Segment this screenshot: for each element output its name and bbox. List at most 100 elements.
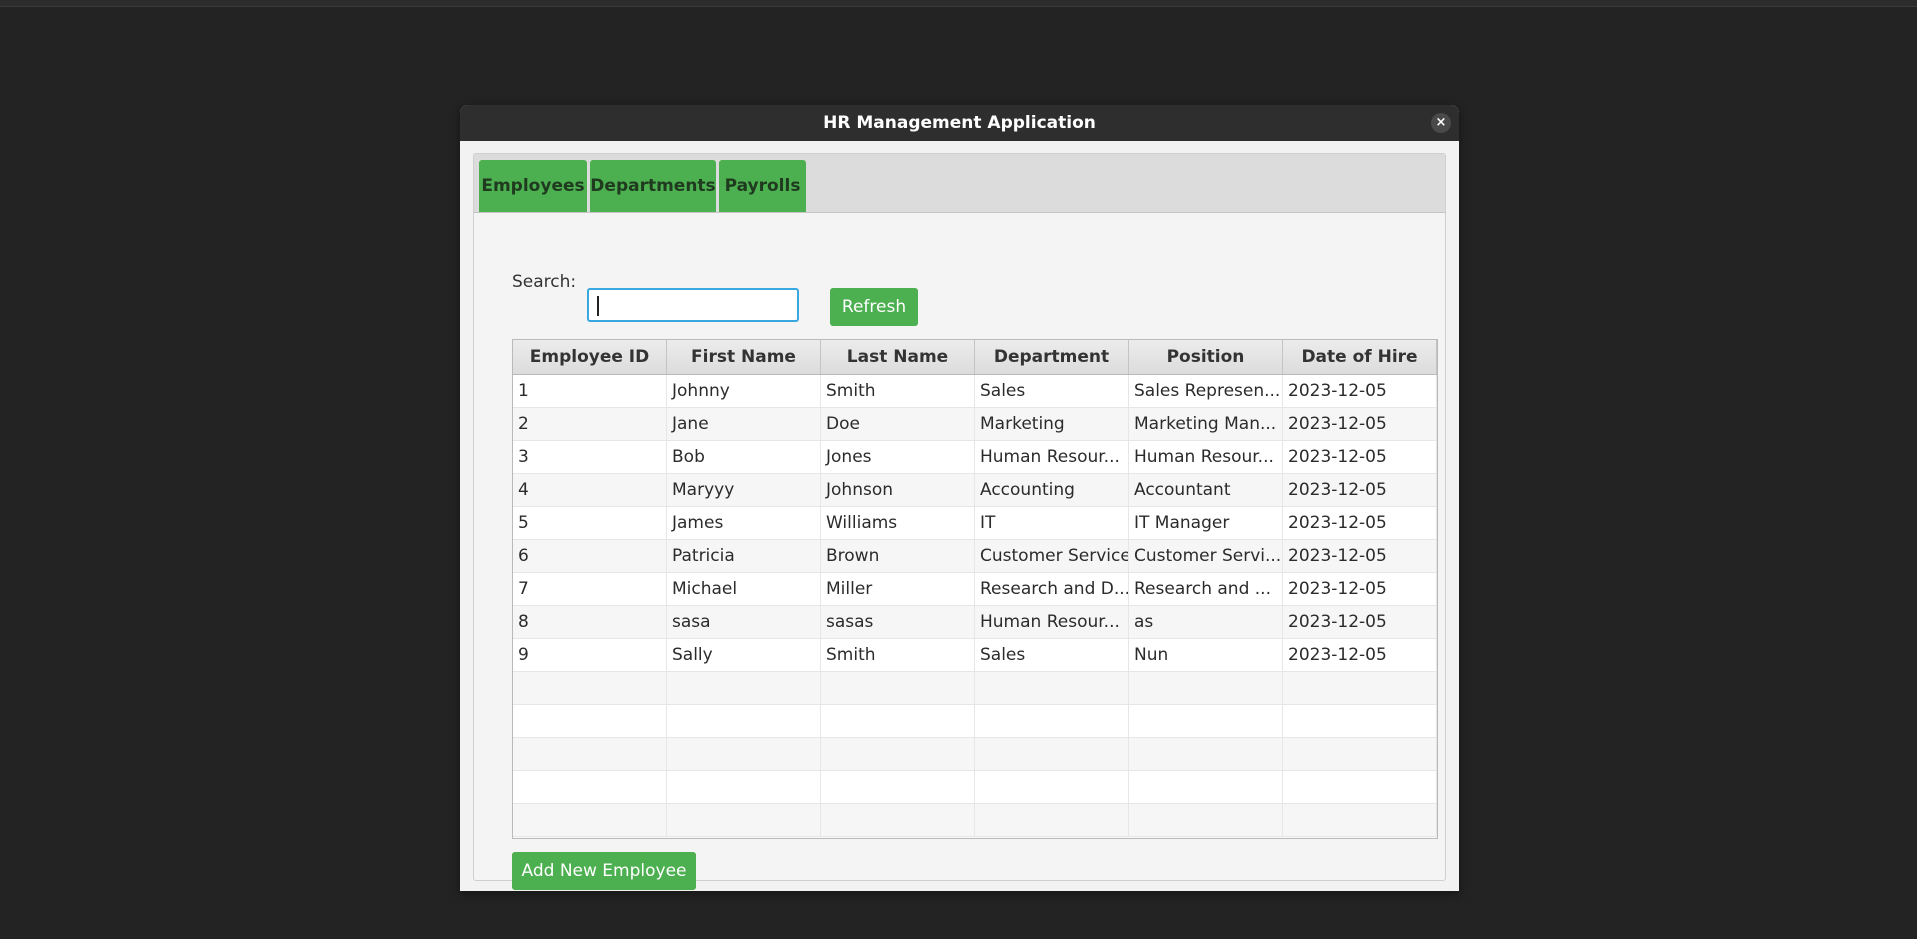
table-cell [1283, 705, 1437, 738]
refresh-button[interactable]: Refresh [830, 288, 918, 326]
table-cell: Human Resour... [975, 441, 1129, 474]
table-row[interactable]: 4 Maryyy Johnson Accounting Accountant 2023-1… [513, 474, 1437, 507]
table-cell: Patricia [667, 540, 821, 573]
empty-table-row[interactable] [513, 705, 1437, 738]
table-cell: Sally [667, 639, 821, 672]
table-cell [513, 738, 667, 771]
table-row[interactable]: 8 sasa sasas Human Resour... as 2023-12-05 [513, 606, 1437, 639]
app-window: HR Management Application × Employees De… [460, 105, 1459, 891]
table-cell: 4 [513, 474, 667, 507]
empty-table-row[interactable] [513, 672, 1437, 705]
table-cell: 1 [513, 375, 667, 408]
table-cell: Brown [821, 540, 975, 573]
table-cell: Sales Represen... [1129, 375, 1283, 408]
close-icon[interactable]: × [1431, 113, 1451, 133]
table-cell: Miller [821, 573, 975, 606]
table-cell: 8 [513, 606, 667, 639]
tab-pane: Employees Departments Payrolls Search: R… [473, 153, 1446, 890]
table-cell: Johnny [667, 375, 821, 408]
table-cell: 6 [513, 540, 667, 573]
table-row[interactable]: 9 Sally Smith Sales Nun 2023-12-05 [513, 639, 1437, 672]
employee-table[interactable]: Employee ID First Name Last Name Departm… [512, 339, 1438, 839]
table-cell: 7 [513, 573, 667, 606]
column-header-date-of-hire[interactable]: Date of Hire [1283, 340, 1437, 374]
column-header-position[interactable]: Position [1129, 340, 1283, 374]
table-cell [1283, 771, 1437, 804]
table-cell [667, 672, 821, 705]
column-header-last-name[interactable]: Last Name [821, 340, 975, 374]
search-input[interactable] [587, 288, 799, 322]
table-cell: Nun [1129, 639, 1283, 672]
table-row[interactable]: 2 Jane Doe Marketing Marketing Man... 2023-12… [513, 408, 1437, 441]
table-cell [975, 672, 1129, 705]
table-body: 1 Johnny Smith Sales Sales Represen... 2023-1… [513, 375, 1437, 838]
table-cell: 9 [513, 639, 667, 672]
table-cell [513, 804, 667, 837]
table-cell [667, 738, 821, 771]
table-cell [821, 771, 975, 804]
table-header: Employee ID First Name Last Name Departm… [513, 340, 1437, 375]
table-cell [821, 672, 975, 705]
table-cell [821, 705, 975, 738]
table-cell: 5 [513, 507, 667, 540]
table-cell: 2023-12-05 [1283, 573, 1437, 606]
table-cell: sasas [821, 606, 975, 639]
table-cell: Customer Servi... [1129, 540, 1283, 573]
table-cell: Maryyy [667, 474, 821, 507]
table-cell: Sales [975, 639, 1129, 672]
table-cell: 3 [513, 441, 667, 474]
table-cell: Williams [821, 507, 975, 540]
table-cell: IT Manager [1129, 507, 1283, 540]
table-cell: Smith [821, 375, 975, 408]
table-row[interactable]: 3 Bob Jones Human Resour... Human Resour... 2… [513, 441, 1437, 474]
search-label: Search: [512, 272, 577, 292]
table-row[interactable]: 5 James Williams IT IT Manager 2023-12-05 [513, 507, 1437, 540]
empty-table-row[interactable] [513, 771, 1437, 804]
table-cell: IT [975, 507, 1129, 540]
table-cell: 2023-12-05 [1283, 408, 1437, 441]
window-title: HR Management Application [823, 113, 1096, 133]
add-new-employee-button[interactable]: Add New Employee [512, 852, 696, 890]
table-cell: Research and D... [975, 573, 1129, 606]
table-cell [1283, 672, 1437, 705]
table-cell: as [1129, 606, 1283, 639]
table-cell [1129, 771, 1283, 804]
table-cell: 2 [513, 408, 667, 441]
table-row[interactable]: 7 Michael Miller Research and D... Research … [513, 573, 1437, 606]
table-cell [1129, 672, 1283, 705]
table-cell: Johnson [821, 474, 975, 507]
table-cell [1283, 804, 1437, 837]
table-cell: 2023-12-05 [1283, 639, 1437, 672]
column-header-employee-id[interactable]: Employee ID [513, 340, 667, 374]
table-cell [513, 672, 667, 705]
table-cell [1283, 738, 1437, 771]
table-row[interactable]: 6 Patricia Brown Customer Service Customer S… [513, 540, 1437, 573]
table-cell [1129, 738, 1283, 771]
table-cell: Sales [975, 375, 1129, 408]
empty-table-row[interactable] [513, 738, 1437, 771]
table-cell: 2023-12-05 [1283, 474, 1437, 507]
desktop-top-bar [0, 0, 1917, 7]
table-cell: Research and ... [1129, 573, 1283, 606]
table-cell: Customer Service [975, 540, 1129, 573]
empty-table-row[interactable] [513, 804, 1437, 837]
table-cell [975, 738, 1129, 771]
table-cell [513, 771, 667, 804]
table-cell: Human Resour... [1129, 441, 1283, 474]
tab-departments[interactable]: Departments [590, 160, 716, 212]
title-bar[interactable]: HR Management Application × [460, 105, 1459, 141]
tab-payrolls[interactable]: Payrolls [719, 160, 806, 212]
table-cell [667, 771, 821, 804]
table-cell: Jones [821, 441, 975, 474]
table-cell [975, 771, 1129, 804]
table-cell: 2023-12-05 [1283, 375, 1437, 408]
table-cell [667, 804, 821, 837]
table-cell [1129, 705, 1283, 738]
text-caret [597, 296, 599, 316]
table-row[interactable]: 1 Johnny Smith Sales Sales Represen... 2023-1… [513, 375, 1437, 408]
tab-employees[interactable]: Employees [479, 160, 587, 212]
column-header-first-name[interactable]: First Name [667, 340, 821, 374]
column-header-department[interactable]: Department [975, 340, 1129, 374]
tab-header: Employees Departments Payrolls [474, 154, 1445, 213]
table-cell: Michael [667, 573, 821, 606]
